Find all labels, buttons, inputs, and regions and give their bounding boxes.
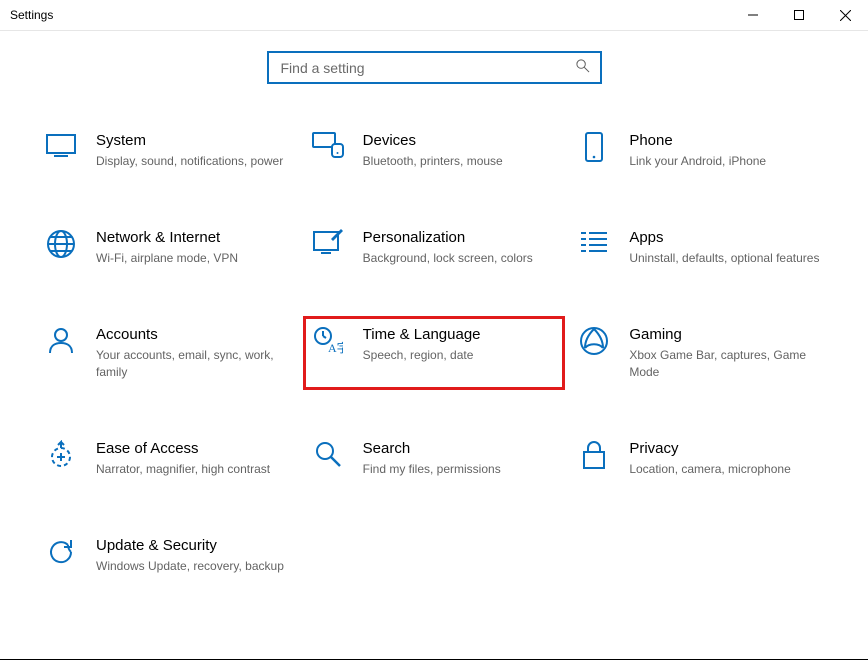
lock-icon xyxy=(577,440,611,470)
tile-title: Accounts xyxy=(96,326,291,343)
tile-title: Gaming xyxy=(629,326,824,343)
svg-text:A字: A字 xyxy=(328,340,343,354)
minimize-button[interactable] xyxy=(730,0,776,30)
tile-desc: Windows Update, recovery, backup xyxy=(96,558,291,574)
tile-desc: Speech, region, date xyxy=(363,347,558,363)
search-icon xyxy=(575,58,590,78)
tile-desc: Link your Android, iPhone xyxy=(629,153,824,169)
time-language-icon: A字 xyxy=(311,326,345,354)
accounts-icon xyxy=(44,326,78,354)
settings-window: Settings System xyxy=(0,0,868,660)
tile-title: Network & Internet xyxy=(96,229,291,246)
tile-title: Phone xyxy=(629,132,824,149)
ease-of-access-icon xyxy=(44,440,78,470)
devices-icon xyxy=(311,132,345,158)
tile-title: Privacy xyxy=(629,440,824,457)
tile-devices[interactable]: Devices Bluetooth, printers, mouse xyxy=(305,124,564,177)
settings-grid: System Display, sound, notifications, po… xyxy=(0,124,868,582)
maximize-button[interactable] xyxy=(776,0,822,30)
system-icon xyxy=(44,132,78,158)
maximize-icon xyxy=(794,10,804,20)
tile-desc: Wi-Fi, airplane mode, VPN xyxy=(96,250,291,266)
tile-desc: Background, lock screen, colors xyxy=(363,250,558,266)
tile-desc: Display, sound, notifications, power xyxy=(96,153,291,169)
search-wrap xyxy=(0,51,868,84)
tile-title: Time & Language xyxy=(363,326,558,343)
phone-icon xyxy=(577,132,611,162)
close-icon xyxy=(840,10,851,21)
tile-title: Update & Security xyxy=(96,537,291,554)
tile-network[interactable]: Network & Internet Wi-Fi, airplane mode,… xyxy=(38,221,297,274)
gaming-icon xyxy=(577,326,611,356)
tile-desc: Find my files, permissions xyxy=(363,461,558,477)
titlebar: Settings xyxy=(0,0,868,30)
tile-desc: Narrator, magnifier, high contrast xyxy=(96,461,291,477)
tile-time-language[interactable]: A字 Time & Language Speech, region, date xyxy=(305,318,564,387)
search-input[interactable] xyxy=(279,59,590,77)
update-icon xyxy=(44,537,78,567)
tile-title: Apps xyxy=(629,229,824,246)
personalization-icon xyxy=(311,229,345,255)
tile-title: System xyxy=(96,132,291,149)
tile-personalization[interactable]: Personalization Background, lock screen,… xyxy=(305,221,564,274)
window-title: Settings xyxy=(10,8,53,22)
window-controls xyxy=(730,0,868,30)
tile-phone[interactable]: Phone Link your Android, iPhone xyxy=(571,124,830,177)
globe-icon xyxy=(44,229,78,259)
tile-update-security[interactable]: Update & Security Windows Update, recove… xyxy=(38,529,297,582)
tile-system[interactable]: System Display, sound, notifications, po… xyxy=(38,124,297,177)
tile-privacy[interactable]: Privacy Location, camera, microphone xyxy=(571,432,830,485)
search-category-icon xyxy=(311,440,345,468)
tile-desc: Location, camera, microphone xyxy=(629,461,824,477)
tile-desc: Xbox Game Bar, captures, Game Mode xyxy=(629,347,824,379)
tile-search[interactable]: Search Find my files, permissions xyxy=(305,432,564,485)
minimize-icon xyxy=(748,10,758,20)
titlebar-divider xyxy=(0,30,868,31)
tile-title: Search xyxy=(363,440,558,457)
apps-icon xyxy=(577,229,611,255)
tile-title: Ease of Access xyxy=(96,440,291,457)
tile-desc: Bluetooth, printers, mouse xyxy=(363,153,558,169)
tile-accounts[interactable]: Accounts Your accounts, email, sync, wor… xyxy=(38,318,297,387)
tile-desc: Uninstall, defaults, optional features xyxy=(629,250,824,266)
close-button[interactable] xyxy=(822,0,868,30)
search-box[interactable] xyxy=(267,51,602,84)
tile-apps[interactable]: Apps Uninstall, defaults, optional featu… xyxy=(571,221,830,274)
tile-ease-of-access[interactable]: Ease of Access Narrator, magnifier, high… xyxy=(38,432,297,485)
tile-title: Personalization xyxy=(363,229,558,246)
tile-desc: Your accounts, email, sync, work, family xyxy=(96,347,291,379)
tile-gaming[interactable]: Gaming Xbox Game Bar, captures, Game Mod… xyxy=(571,318,830,387)
tile-title: Devices xyxy=(363,132,558,149)
